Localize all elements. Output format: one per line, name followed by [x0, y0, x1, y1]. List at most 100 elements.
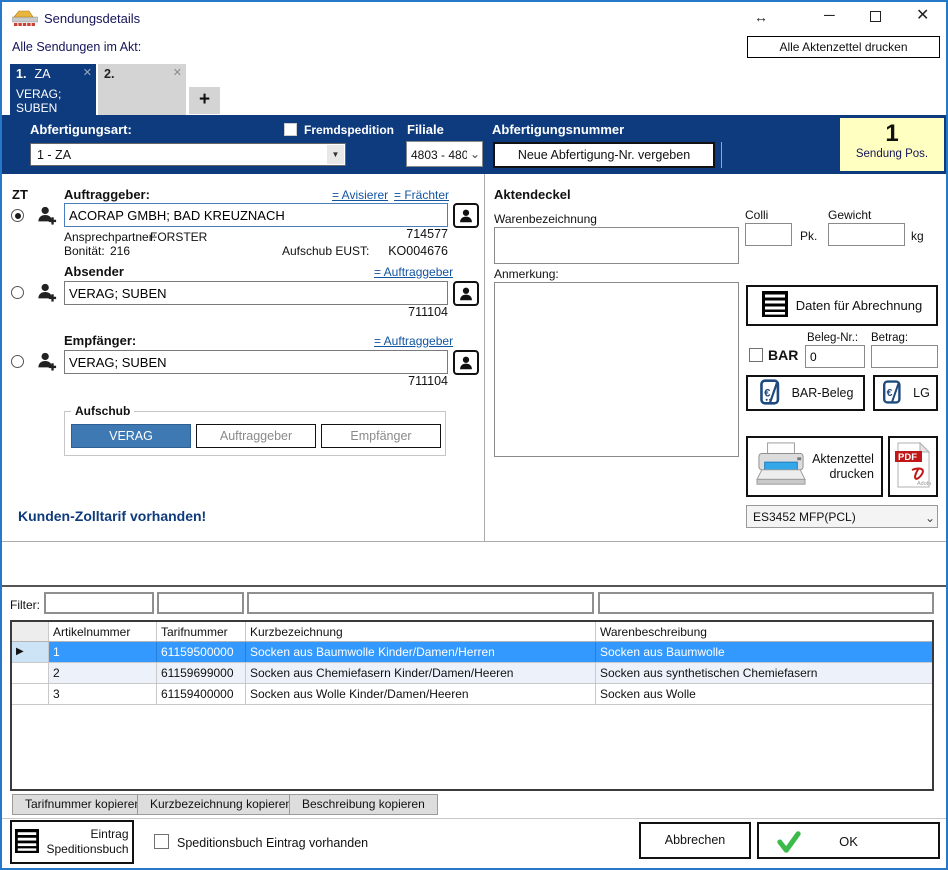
- maximize-button[interactable]: [870, 11, 881, 22]
- gewicht-label: Gewicht: [828, 208, 871, 222]
- tab-party-line: SUBEN: [16, 101, 90, 115]
- pdf-export-button[interactable]: PDF Adobe: [888, 436, 938, 497]
- table-row[interactable]: 2 61159699000 Socken aus Chemiefasern Ki…: [12, 663, 932, 684]
- filter-kurzbezeichnung-input[interactable]: [247, 592, 594, 614]
- table-header-row: Artikelnummer Tarifnummer Kurzbezeichnun…: [12, 622, 932, 642]
- contact-lookup-button[interactable]: [453, 350, 479, 375]
- new-abfertigungsnummer-button[interactable]: Neue Abfertigung-Nr. vergeben: [493, 142, 715, 168]
- zt-radio-empfaenger[interactable]: [11, 355, 24, 368]
- aufschub-eust-value: KO004676: [64, 244, 448, 258]
- cell-artikelnummer: 3: [49, 684, 157, 704]
- bar-checkbox-label: BAR: [768, 347, 798, 363]
- printer-value: ES3452 MFP(PCL): [747, 506, 937, 524]
- minimize-button[interactable]: ─: [824, 8, 835, 23]
- cancel-button[interactable]: Abbrechen: [639, 822, 751, 859]
- column-header-tarifnummer[interactable]: Tarifnummer: [157, 622, 246, 641]
- dropdown-arrow-icon[interactable]: ▼: [327, 145, 344, 164]
- divider: [2, 585, 946, 587]
- shipment-tab-1[interactable]: ✕ 1.ZA VERAG; SUBEN: [10, 64, 96, 115]
- svg-text:€: €: [764, 387, 771, 399]
- bar-beleg-button[interactable]: € BAR-Beleg: [746, 375, 865, 411]
- contact-lookup-button[interactable]: [453, 281, 479, 306]
- chevron-down-icon[interactable]: ⌄: [925, 511, 935, 525]
- add-shipment-button[interactable]: +: [189, 87, 220, 114]
- beleg-nr-input[interactable]: [805, 345, 865, 368]
- auftraggeber-input[interactable]: [64, 203, 448, 227]
- sendungsdetails-window: Sendungsdetails ↔ ─ ✕ Alle Sendungen im …: [0, 0, 948, 870]
- sped-button-line2: Speditionsbuch: [46, 842, 128, 857]
- ok-button[interactable]: OK: [757, 822, 940, 859]
- close-button[interactable]: ✕: [916, 8, 929, 24]
- fremdspedition-checkbox[interactable]: [284, 123, 297, 136]
- row-header-cell: [12, 663, 49, 683]
- gewicht-input[interactable]: [828, 223, 905, 246]
- empfaenger-kundennummer: 711104: [64, 374, 448, 388]
- printer-select[interactable]: ES3452 MFP(PCL) ⌄: [746, 505, 938, 528]
- speditionsbuch-checkbox[interactable]: [154, 834, 169, 849]
- aufschub-auftraggeber-button[interactable]: Auftraggeber: [196, 424, 316, 448]
- empfaenger-input[interactable]: [64, 350, 448, 374]
- gewicht-unit-label: kg: [911, 229, 924, 243]
- lg-button[interactable]: € LG: [873, 375, 938, 411]
- tab-close-icon[interactable]: ✕: [173, 66, 182, 79]
- warenbezeichnung-textarea[interactable]: [494, 227, 739, 264]
- colli-input[interactable]: [745, 223, 792, 246]
- aufschub-empfaenger-button[interactable]: Empfänger: [321, 424, 441, 448]
- abrechnung-button-label: Daten für Abrechnung: [796, 298, 922, 313]
- filter-warenbeschreibung-input[interactable]: [598, 592, 934, 614]
- column-header-artikelnummer[interactable]: Artikelnummer: [49, 622, 157, 641]
- copy-beschreibung-button[interactable]: Beschreibung kopieren: [289, 794, 438, 815]
- absender-kundennummer: 711104: [64, 305, 448, 319]
- filiale-select[interactable]: 4803 - 480 ⌄: [406, 141, 483, 167]
- absender-input[interactable]: [64, 281, 448, 305]
- add-person-icon[interactable]: [37, 282, 57, 305]
- tab-index: 2.: [104, 67, 114, 81]
- tab-close-icon[interactable]: ✕: [83, 66, 92, 79]
- absender-auftraggeber-link[interactable]: = Auftraggeber: [374, 265, 453, 279]
- daten-fuer-abrechnung-button[interactable]: Daten für Abrechnung: [746, 285, 938, 326]
- abfertigungsart-select[interactable]: 1 - ZA ▼: [30, 143, 346, 166]
- window-title: Sendungsdetails: [44, 11, 140, 26]
- table-row[interactable]: 3 61159400000 Socken aus Wolle Kinder/Da…: [12, 684, 932, 705]
- cell-tarifnummer: 61159500000: [157, 642, 246, 662]
- resize-icon[interactable]: ↔: [754, 10, 768, 24]
- cell-tarifnummer: 61159400000: [157, 684, 246, 704]
- anmerkung-textarea[interactable]: [494, 282, 739, 457]
- copy-tarifnummer-button[interactable]: Tarifnummer kopieren: [12, 794, 154, 815]
- divider: [2, 541, 946, 542]
- table-row[interactable]: ▶ 1 61159500000 Socken aus Baumwolle Kin…: [12, 642, 932, 663]
- row-marker-icon: ▶: [12, 642, 49, 662]
- cell-warenbeschreibung: Socken aus Baumwolle: [596, 642, 932, 662]
- zt-radio-absender[interactable]: [11, 286, 24, 299]
- clearance-bar: Abfertigungsart: 1 - ZA ▼ Fremdspedition…: [2, 115, 946, 174]
- filiale-label: Filiale: [407, 122, 444, 137]
- fraechter-link[interactable]: = Frächter: [394, 188, 449, 202]
- printer-icon: [755, 441, 807, 492]
- print-all-aktenzettel-button[interactable]: Alle Aktenzettel drucken: [747, 36, 940, 58]
- aufschub-verag-button[interactable]: VERAG: [71, 424, 191, 448]
- shipment-tab-2[interactable]: ✕ 2.: [98, 64, 186, 115]
- zolltarif-note: Kunden-Zolltarif vorhanden!: [18, 508, 206, 524]
- copy-kurzbezeichnung-button[interactable]: Kurzbezeichnung kopieren: [137, 794, 305, 815]
- column-header-kurzbezeichnung[interactable]: Kurzbezeichnung: [246, 622, 596, 641]
- aktenzettel-drucken-button[interactable]: Aktenzettel drucken: [746, 436, 883, 497]
- empfaenger-auftraggeber-link[interactable]: = Auftraggeber: [374, 334, 453, 348]
- aktenzettel-label-line1: Aktenzettel: [812, 452, 874, 467]
- filter-tarifnummer-input[interactable]: [157, 592, 244, 614]
- contact-lookup-button[interactable]: [453, 203, 479, 228]
- eintrag-speditionsbuch-button[interactable]: Eintrag Speditionsbuch: [10, 820, 134, 864]
- betrag-input[interactable]: [871, 345, 938, 368]
- zt-column-label: ZT: [12, 187, 28, 202]
- add-person-icon[interactable]: [37, 205, 57, 228]
- zt-radio-auftraggeber[interactable]: [11, 209, 24, 222]
- bar-checkbox[interactable]: [749, 348, 763, 362]
- list-icon: [762, 291, 788, 320]
- chevron-down-icon[interactable]: ⌄: [470, 147, 480, 161]
- cell-kurzbezeichnung: Socken aus Baumwolle Kinder/Damen/Herren: [246, 642, 596, 662]
- colli-unit-label: Pk.: [800, 229, 817, 243]
- avisierer-link[interactable]: = Avisierer: [332, 188, 388, 202]
- auftraggeber-kundennummer: 714577: [64, 227, 448, 241]
- column-header-warenbeschreibung[interactable]: Warenbeschreibung: [596, 622, 932, 641]
- filter-artikelnummer-input[interactable]: [44, 592, 154, 614]
- add-person-icon[interactable]: [37, 351, 57, 374]
